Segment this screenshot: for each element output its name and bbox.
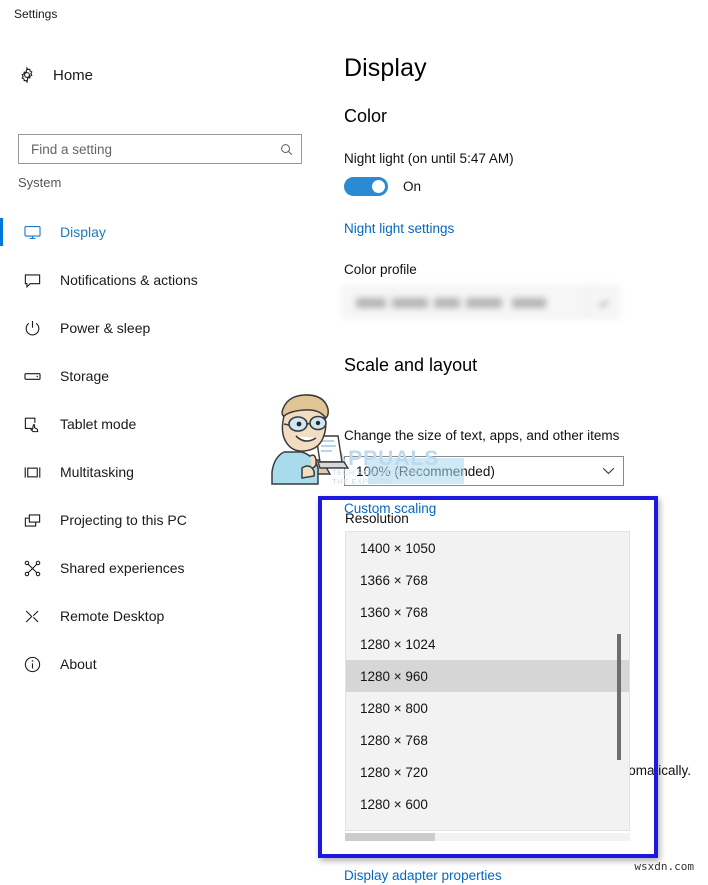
sidebar-item-power-sleep[interactable]: Power & sleep xyxy=(0,304,330,352)
remote-desktop-icon xyxy=(18,604,46,628)
sidebar-item-notifications-actions[interactable]: Notifications & actions xyxy=(0,256,330,304)
chevron-down-icon xyxy=(598,297,610,308)
toggle-knob xyxy=(372,180,385,193)
list-item-highlighted[interactable]: 1280 × 960 xyxy=(346,660,629,692)
list-item[interactable]: 1280 × 800 xyxy=(346,692,629,724)
drive-icon xyxy=(18,364,46,388)
share-nodes-icon xyxy=(18,556,46,580)
watermark-corner: wsxdn.com xyxy=(634,860,694,873)
scale-value: 100% (Recommended) xyxy=(356,463,495,479)
info-icon xyxy=(18,652,46,676)
color-profile-value xyxy=(356,298,576,308)
page-title: Display xyxy=(344,54,427,82)
sidebar-home-label: Home xyxy=(53,66,94,84)
tablet-touch-icon xyxy=(18,412,46,436)
vertical-scrollbar-thumb[interactable] xyxy=(617,634,621,760)
sidebar-item-home[interactable]: Home xyxy=(14,60,304,90)
scale-section-heading: Scale and layout xyxy=(344,355,478,375)
power-icon xyxy=(18,316,46,340)
project-screen-icon xyxy=(18,508,46,532)
list-item[interactable]: 1280 × 1024 xyxy=(346,628,629,660)
sidebar-item-storage[interactable]: Storage xyxy=(0,352,330,400)
window-title: Settings xyxy=(14,7,58,21)
horizontal-scrollbar-thumb[interactable] xyxy=(345,833,435,841)
search-icon[interactable] xyxy=(271,135,301,163)
night-light-settings-link[interactable]: Night light settings xyxy=(344,221,454,236)
night-light-label: Night light (on until 5:47 AM) xyxy=(344,151,514,166)
sidebar-item-label: Tablet mode xyxy=(60,416,137,432)
settings-window: Settings Home System xyxy=(0,0,708,885)
sidebar-item-projecting-to-this-pc[interactable]: Projecting to this PC xyxy=(0,496,330,544)
sidebar-item-shared-experiences[interactable]: Shared experiences xyxy=(0,544,330,592)
list-item[interactable]: 1400 × 1050 xyxy=(346,532,629,564)
search-box[interactable] xyxy=(18,134,302,164)
scale-dropdown[interactable]: 100% (Recommended) xyxy=(344,456,624,486)
sidebar-item-label: Notifications & actions xyxy=(60,272,198,288)
multitask-icon xyxy=(18,460,46,484)
sidebar-item-label: About xyxy=(60,656,97,672)
sidebar-group-label: System xyxy=(18,175,62,190)
selection-indicator xyxy=(0,218,3,246)
resolution-listbox[interactable]: 1400 × 1050 1366 × 768 1360 × 768 1280 ×… xyxy=(345,531,630,831)
speech-bubble-icon xyxy=(18,268,46,292)
resolution-label: Resolution xyxy=(345,511,409,526)
sidebar-nav-list: Display Notifications & actions Power & … xyxy=(0,208,330,688)
sidebar-item-multitasking[interactable]: Multitasking xyxy=(0,448,330,496)
night-light-state: On xyxy=(403,179,422,194)
sidebar-item-remote-desktop[interactable]: Remote Desktop xyxy=(0,592,330,640)
sidebar-item-label: Power & sleep xyxy=(60,320,151,336)
list-item[interactable]: 1280 × 720 xyxy=(346,756,629,788)
color-profile-label: Color profile xyxy=(344,262,417,277)
chevron-down-icon xyxy=(593,467,623,475)
night-light-toggle[interactable] xyxy=(344,177,388,196)
sidebar-item-label: Remote Desktop xyxy=(60,608,165,624)
scale-label: Change the size of text, apps, and other… xyxy=(344,428,620,443)
list-item[interactable]: 1366 × 768 xyxy=(346,564,629,596)
list-item[interactable]: 1280 × 600 xyxy=(346,788,629,820)
display-adapter-properties-link[interactable]: Display adapter properties xyxy=(344,868,502,883)
list-item[interactable]: 1280 × 768 xyxy=(346,724,629,756)
divider xyxy=(588,288,589,318)
gear-icon xyxy=(14,64,40,86)
sidebar-item-tablet-mode[interactable]: Tablet mode xyxy=(0,400,330,448)
search-input[interactable] xyxy=(19,135,271,163)
title-bar: Settings xyxy=(0,0,708,30)
color-profile-dropdown[interactable] xyxy=(342,285,620,319)
sidebar-item-label: Multitasking xyxy=(60,464,134,480)
sidebar-item-about[interactable]: About xyxy=(0,640,330,688)
sidebar-item-label: Shared experiences xyxy=(60,560,185,576)
list-item[interactable]: 1360 × 768 xyxy=(346,596,629,628)
sidebar-item-label: Storage xyxy=(60,368,110,384)
sidebar: Home System xyxy=(0,30,330,885)
sidebar-item-label: Projecting to this PC xyxy=(60,512,187,528)
monitor-icon xyxy=(18,220,46,244)
color-section-heading: Color xyxy=(344,106,388,126)
sidebar-item-display[interactable]: Display xyxy=(0,208,330,256)
night-light-toggle-group: On xyxy=(344,177,421,196)
sidebar-item-label: Display xyxy=(60,224,106,240)
